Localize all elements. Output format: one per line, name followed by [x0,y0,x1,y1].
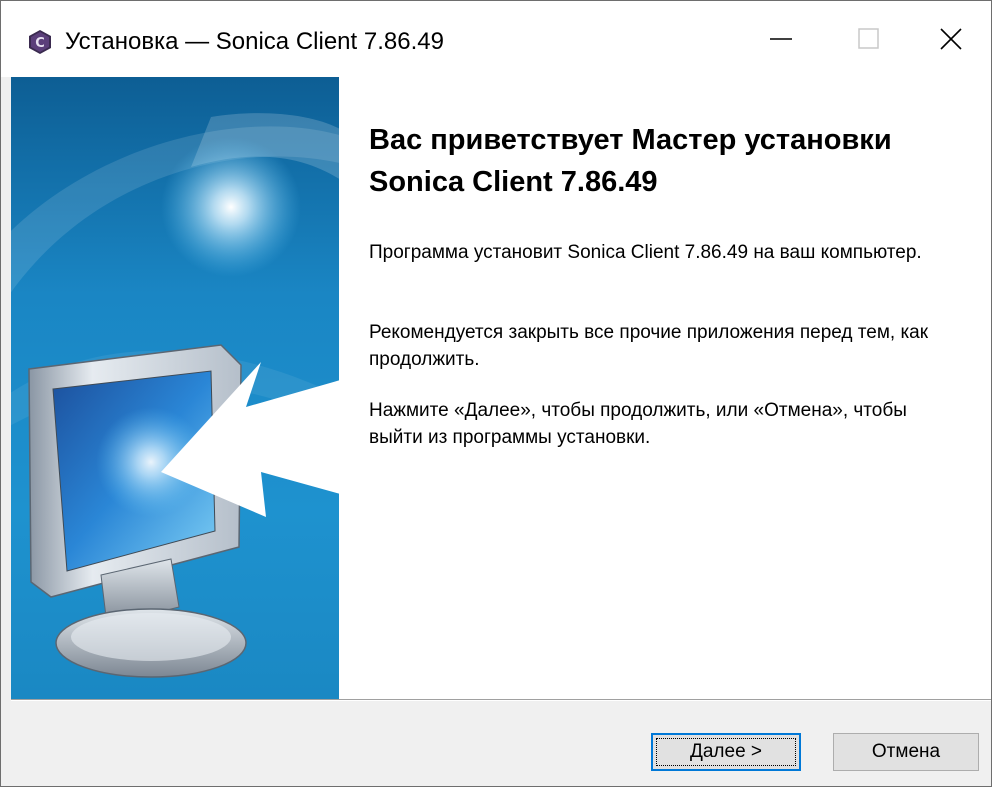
cancel-button[interactable]: Отмена [833,733,979,771]
monitor-with-arrow-illustration [11,77,339,699]
welcome-heading: Вас приветствует Мастер установки Sonica… [369,124,892,198]
title-bar[interactable]: C Установка — Sonica Client 7.86.49 [1,1,991,77]
close-icon [940,28,962,50]
focus-ring [656,738,796,766]
maximize-button[interactable] [825,1,913,77]
cancel-button-label: Отмена [871,741,941,762]
intro-text: Программа установит Sonica Client 7.86.4… [369,242,922,263]
minimize-icon [770,38,792,40]
recommendation-text: Рекомендуется закрыть все прочие приложе… [369,322,929,370]
instructions-text: Нажмите «Далее», чтобы продолжить, или «… [369,400,907,448]
minimize-button[interactable] [737,1,825,77]
app-icon-letter: C [35,36,45,51]
window-title: Установка — Sonica Client 7.86.49 [65,28,444,55]
wizard-footer: Далее > Отмена [1,701,991,786]
next-button[interactable]: Далее > [651,733,801,771]
window-left-edge [1,77,11,701]
app-icon: C [29,30,51,54]
wizard-banner [11,77,339,699]
installer-window: C Установка — Sonica Client 7.86.49 Вас … [0,0,992,787]
maximize-icon [858,28,879,49]
close-button[interactable] [907,1,992,77]
welcome-content: Вас приветствует Мастер установки Sonica… [339,77,991,699]
